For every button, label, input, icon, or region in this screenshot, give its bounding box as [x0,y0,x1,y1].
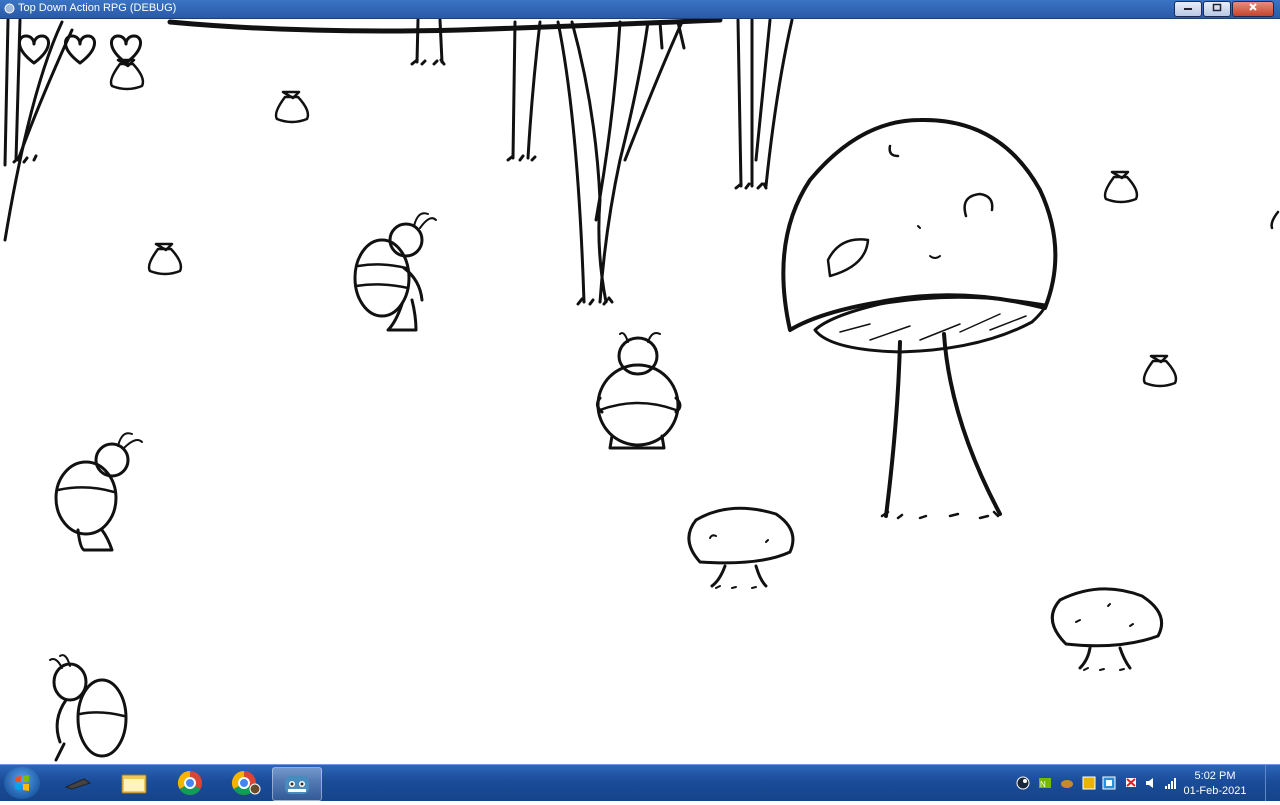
minimize-icon [1184,8,1192,10]
loot-bag [109,58,145,91]
start-button[interactable] [4,767,40,799]
heart-icon [18,34,50,65]
signal-icon[interactable] [1164,776,1178,790]
tree-trunks-left [3,19,74,242]
windows-orb-icon [15,775,29,791]
game-viewport[interactable] [0,19,1280,764]
folder-icon [121,774,147,794]
bug-enemy [54,432,143,552]
nvidia-icon[interactable]: N [1038,776,1052,790]
flag-icon[interactable] [1124,776,1138,790]
taskbar-item-explorer[interactable] [110,767,158,799]
heart-icon [64,34,96,65]
maximize-button[interactable] [1203,1,1231,17]
taskbar: N 5:02 PM 01-Feb-2021 [0,764,1280,801]
loot-bag [1270,210,1280,230]
restore-icon [1212,3,1222,12]
window-titlebar: Top Down Action RPG (DEBUG) [0,0,1280,19]
bug-enemy [49,654,128,762]
bug-enemy [353,212,437,332]
loot-bag [147,242,183,276]
clock-time: 5:02 PM [1194,770,1236,782]
game-scene [3,19,1280,762]
taskbar-item-chrome-profile[interactable] [222,767,270,799]
network-icon[interactable] [1102,776,1116,790]
volume-icon[interactable] [1144,776,1158,790]
clock-date: 01-Feb-2021 [1183,785,1247,797]
small-mushroom [687,506,795,589]
window-title: Top Down Action RPG (DEBUG) [18,2,177,14]
giant-mushroom [781,117,1058,520]
window-controls [1174,1,1274,17]
chrome-icon [177,771,202,796]
loot-bag [1103,170,1139,204]
system-clock[interactable]: 5:02 PM 01-Feb-2021 [1180,769,1250,799]
taskbar-item-chrome[interactable] [166,767,214,799]
misc-icon[interactable] [1060,776,1074,790]
taskbar-item-app[interactable] [54,767,102,799]
app-icon [4,3,15,14]
close-button[interactable] [1232,1,1274,17]
svg-text:N: N [1040,780,1046,789]
canopy-edge [167,19,723,34]
app-arrow-icon [64,778,92,790]
minimize-button[interactable] [1174,1,1202,17]
tree-trunk-top [410,19,446,66]
show-desktop-button[interactable] [1265,765,1280,801]
small-mushroom [1050,587,1163,671]
wifi-icon[interactable] [1082,776,1096,790]
tree-trunks-right [734,19,794,190]
steam-icon[interactable] [1016,776,1030,790]
close-icon [1249,3,1257,11]
loot-bag [1142,354,1178,388]
tree-trunks-center [506,20,686,306]
godot-icon [285,776,309,794]
loot-bag [274,90,310,124]
taskbar-item-godot[interactable] [272,767,322,801]
chrome-profile-icon [231,771,261,796]
bug-enemy [595,332,682,450]
